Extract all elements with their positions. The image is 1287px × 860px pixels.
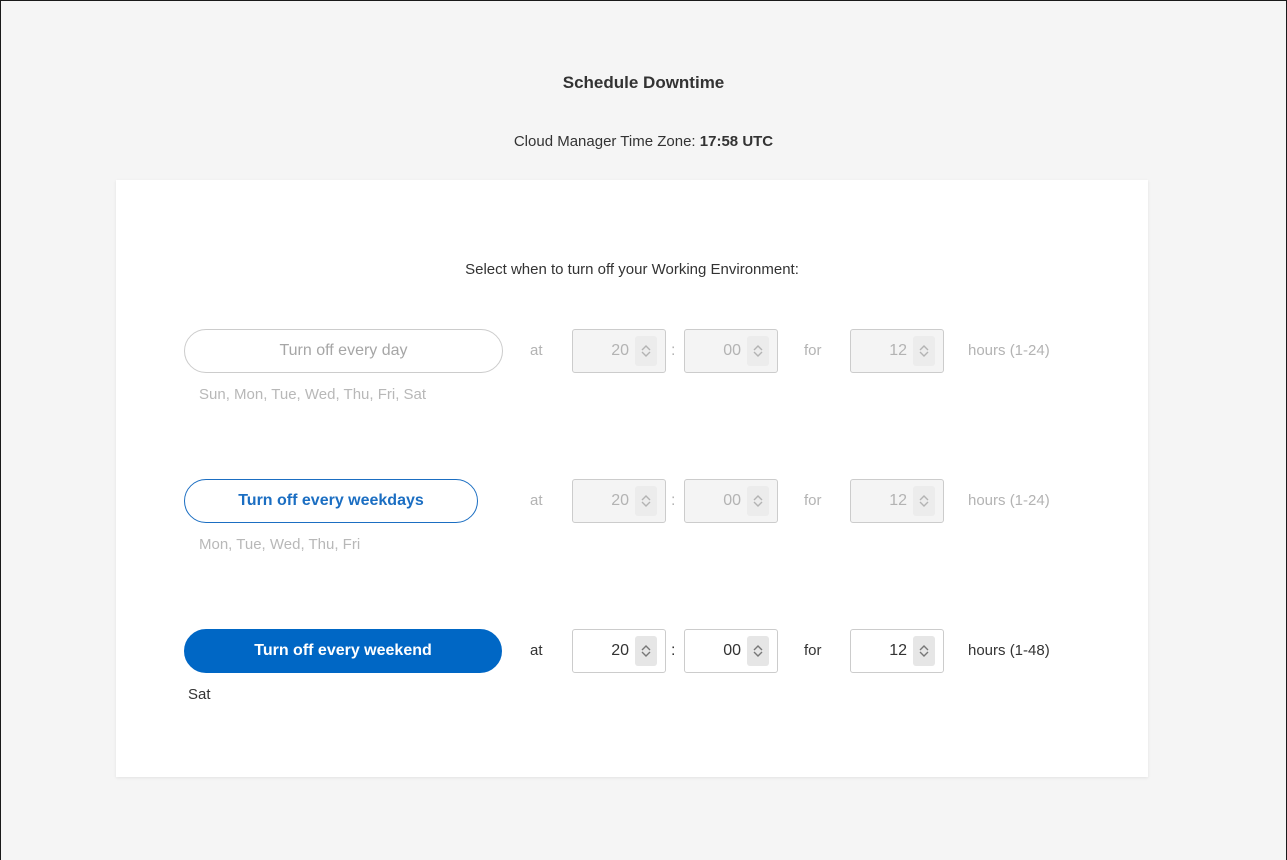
days-label: Sun, Mon, Tue, Wed, Thu, Fri, Sat (199, 386, 427, 403)
turn-off-every-weekdays-button[interactable]: Turn off every weekdays (184, 479, 478, 523)
time-colon: : (671, 642, 676, 659)
duration-stepper[interactable]: 12 (850, 479, 944, 523)
instruction-text: Select when to turn off your Working Env… (465, 261, 799, 278)
at-label: at (530, 492, 543, 509)
stepper-arrows-icon[interactable] (635, 336, 657, 366)
hour-stepper[interactable]: 20 (572, 629, 666, 673)
hour-stepper[interactable]: 20 (572, 329, 666, 373)
minute-value: 00 (723, 492, 741, 509)
for-label: for (804, 642, 822, 659)
duration-value: 12 (889, 642, 907, 659)
stepper-arrows-icon[interactable] (635, 636, 657, 666)
at-label: at (530, 342, 543, 359)
stepper-arrows-icon[interactable] (635, 486, 657, 516)
timezone-info: Cloud Manager Time Zone: 17:58 UTC (1, 133, 1286, 150)
minute-value: 00 (723, 342, 741, 359)
minute-stepper[interactable]: 00 (684, 479, 778, 523)
schedule-option-weekend: Turn off every weekend Sat at 20 : 00 fo… (116, 629, 1148, 709)
days-label: Sat (188, 686, 211, 703)
timezone-label: Cloud Manager Time Zone: (513, 133, 696, 150)
schedule-card: Select when to turn off your Working Env… (116, 180, 1148, 777)
days-label: Mon, Tue, Wed, Thu, Fri (199, 536, 361, 553)
hour-value: 20 (611, 342, 629, 359)
duration-stepper[interactable]: 12 (850, 329, 944, 373)
stepper-arrows-icon[interactable] (747, 336, 769, 366)
hours-range-label: hours (1-24) (968, 492, 1050, 509)
duration-value: 12 (889, 342, 907, 359)
stepper-arrows-icon[interactable] (747, 486, 769, 516)
stepper-arrows-icon[interactable] (913, 636, 935, 666)
for-label: for (804, 342, 822, 359)
duration-stepper[interactable]: 12 (850, 629, 944, 673)
time-colon: : (671, 492, 676, 509)
stepper-arrows-icon[interactable] (913, 336, 935, 366)
schedule-option-every-day: Turn off every day Sun, Mon, Tue, Wed, T… (116, 329, 1148, 409)
hour-stepper[interactable]: 20 (572, 479, 666, 523)
turn-off-every-day-button[interactable]: Turn off every day (184, 329, 503, 373)
hours-range-label: hours (1-48) (968, 642, 1050, 659)
minute-stepper[interactable]: 00 (684, 329, 778, 373)
hour-value: 20 (611, 642, 629, 659)
schedule-option-weekdays: Turn off every weekdays Mon, Tue, Wed, T… (116, 479, 1148, 559)
at-label: at (530, 642, 543, 659)
stepper-arrows-icon[interactable] (913, 486, 935, 516)
stepper-arrows-icon[interactable] (747, 636, 769, 666)
duration-value: 12 (889, 492, 907, 509)
turn-off-every-weekend-button[interactable]: Turn off every weekend (184, 629, 502, 673)
minute-value: 00 (723, 642, 741, 659)
hours-range-label: hours (1-24) (968, 342, 1050, 359)
hour-value: 20 (611, 492, 629, 509)
for-label: for (804, 492, 822, 509)
time-colon: : (671, 342, 676, 359)
timezone-value: 17:58 UTC (699, 133, 774, 150)
minute-stepper[interactable]: 00 (684, 629, 778, 673)
page-title: Schedule Downtime (562, 73, 725, 92)
